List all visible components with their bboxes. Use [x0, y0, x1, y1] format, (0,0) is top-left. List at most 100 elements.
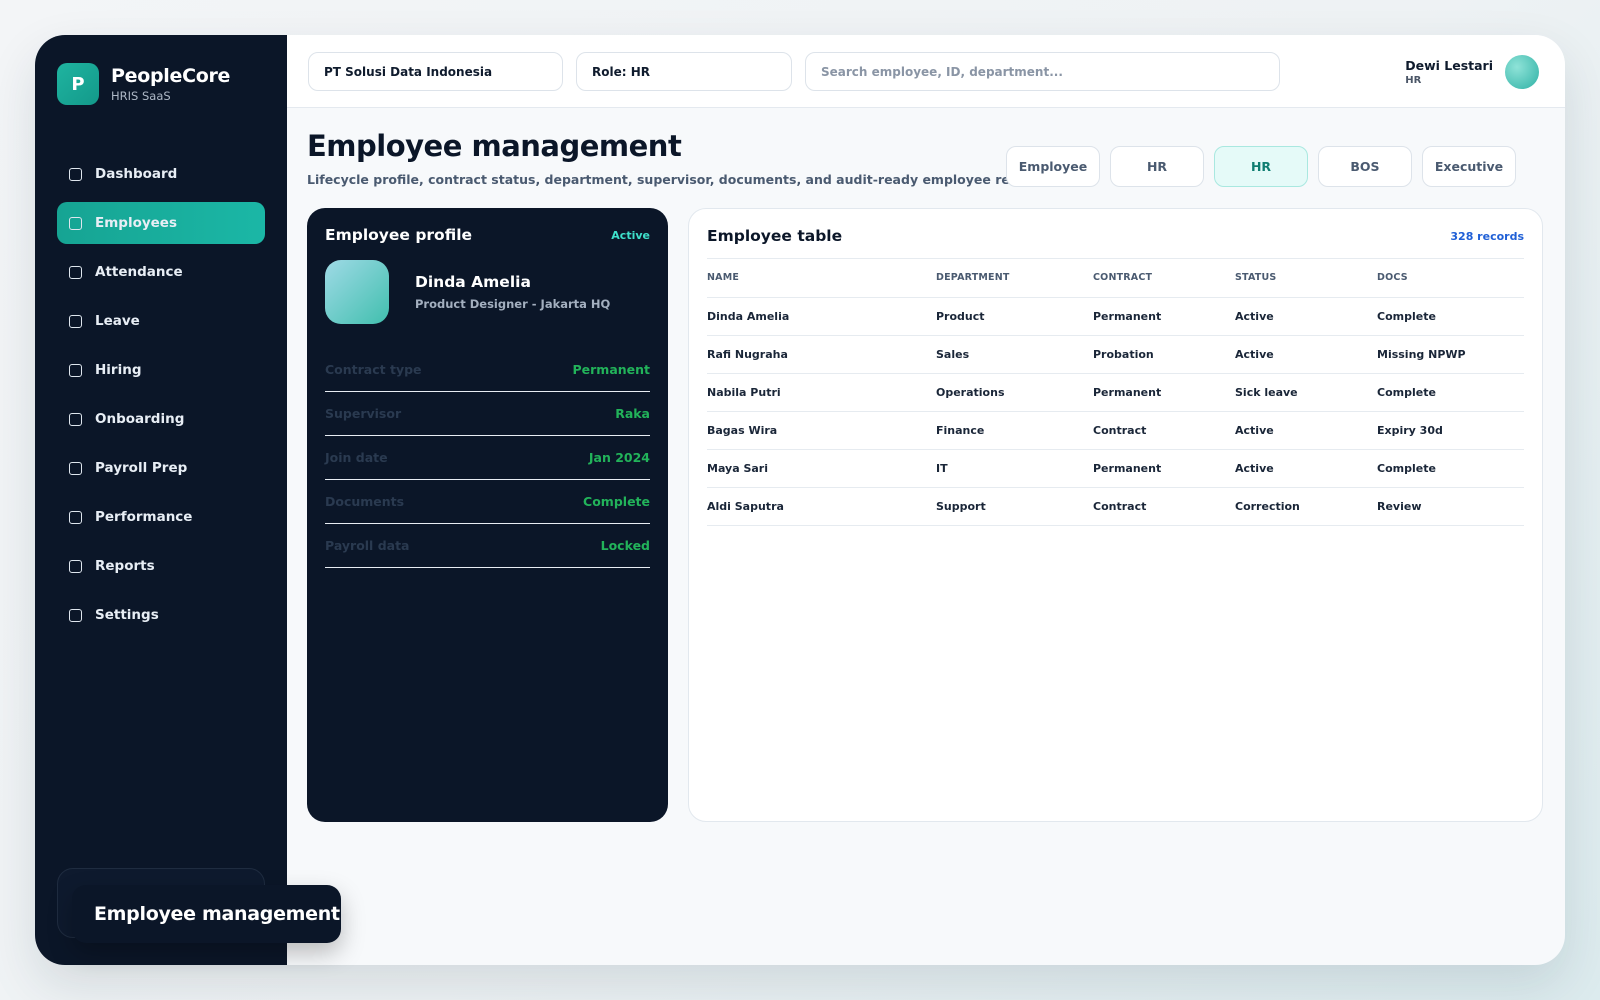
fact-value: Raka — [615, 406, 650, 421]
table-header-row: NAME DEPARTMENT CONTRACT STATUS DOCS — [707, 259, 1524, 298]
checkbox-square-icon — [69, 608, 82, 622]
brand[interactable]: P PeopleCore HRIS SaaS — [57, 63, 230, 105]
company-name: PT Solusi Data Indonesia — [324, 64, 493, 79]
checkbox-square-icon — [69, 412, 82, 426]
sidebar-item-label: Settings — [95, 607, 159, 623]
brand-logo: P — [57, 63, 99, 105]
app-window: P PeopleCore HRIS SaaS Dashboard Employe… — [35, 35, 1565, 965]
sidebar-item-attendance[interactable]: Attendance — [57, 251, 265, 293]
sidebar-item-label: Reports — [95, 558, 155, 574]
company-selector[interactable]: PT Solusi Data Indonesia — [308, 52, 563, 91]
column-header-status[interactable]: STATUS — [1235, 259, 1377, 298]
cell-name: Rafi Nugraha — [707, 335, 936, 374]
sidebar-item-label: Leave — [95, 313, 140, 329]
employee-profile-card: Employee profile Active Dinda Amelia Pro… — [307, 208, 668, 822]
sidebar-item-label: Hiring — [95, 362, 142, 378]
cell-status: Active — [1235, 411, 1377, 450]
sidebar-item-performance[interactable]: Performance — [57, 496, 265, 538]
checkbox-square-icon — [69, 265, 82, 279]
table-row[interactable]: Rafi Nugraha Sales Probation Active Miss… — [707, 335, 1524, 374]
cell-contract: Contract — [1093, 411, 1235, 450]
user-menu[interactable]: Dewi Lestari HR — [1405, 55, 1539, 89]
table-row[interactable]: Maya Sari IT Permanent Active Complete — [707, 449, 1524, 488]
table-row[interactable]: Aldi Saputra Support Contract Correction… — [707, 487, 1524, 526]
cell-status: Active — [1235, 335, 1377, 374]
page-toast: Employee management — [72, 885, 341, 943]
sidebar-item-employees[interactable]: Employees — [57, 202, 265, 244]
sidebar-item-hiring[interactable]: Hiring — [57, 349, 265, 391]
brand-subtitle: HRIS SaaS — [111, 89, 171, 103]
page-title: Employee management — [307, 129, 682, 163]
table-row[interactable]: Nabila Putri Operations Permanent Sick l… — [707, 373, 1524, 412]
tab-executive[interactable]: Executive — [1422, 146, 1516, 187]
sidebar-item-label: Dashboard — [95, 166, 178, 182]
cell-docs: Missing NPWP — [1377, 335, 1524, 374]
column-header-docs[interactable]: DOCS — [1377, 259, 1524, 298]
column-header-contract[interactable]: CONTRACT — [1093, 259, 1235, 298]
fact-value: Permanent — [572, 362, 650, 377]
role-tabs: Employee HR HR BOS Executive — [1006, 146, 1516, 187]
tab-employee[interactable]: Employee — [1006, 146, 1100, 187]
status-badge: Active — [611, 228, 650, 242]
checkbox-square-icon — [69, 510, 82, 524]
avatar — [325, 260, 389, 324]
sidebar-item-onboarding[interactable]: Onboarding — [57, 398, 265, 440]
fact-label: Supervisor — [325, 406, 402, 421]
search-input[interactable]: Search employee, ID, department... — [805, 52, 1280, 91]
fact-documents: Documents Complete — [325, 480, 650, 524]
employee-role: Product Designer - Jakarta HQ — [415, 297, 611, 311]
employee-name: Dinda Amelia — [415, 273, 531, 291]
fact-label: Payroll data — [325, 538, 410, 553]
fact-label: Contract type — [325, 362, 422, 377]
employee-table: NAME DEPARTMENT CONTRACT STATUS DOCS Din… — [707, 259, 1524, 526]
cell-status: Active — [1235, 449, 1377, 488]
sidebar-item-label: Attendance — [95, 264, 183, 280]
cell-contract: Permanent — [1093, 373, 1235, 412]
user-name: Dewi Lestari — [1405, 58, 1493, 73]
cell-department: Operations — [936, 373, 1093, 412]
checkbox-square-icon — [69, 461, 82, 475]
column-header-department[interactable]: DEPARTMENT — [936, 259, 1093, 298]
cell-contract: Permanent — [1093, 297, 1235, 336]
record-count[interactable]: 328 records — [1450, 230, 1524, 243]
tab-hr[interactable]: HR — [1110, 146, 1204, 187]
cell-department: Product — [936, 297, 1093, 336]
sidebar-item-reports[interactable]: Reports — [57, 545, 265, 587]
user-role: HR — [1405, 75, 1422, 86]
sidebar-item-dashboard[interactable]: Dashboard — [57, 153, 265, 195]
column-header-name[interactable]: NAME — [707, 259, 936, 298]
cell-department: IT — [936, 449, 1093, 488]
profile-facts: Contract type Permanent Supervisor Raka … — [325, 348, 650, 568]
cell-name: Dinda Amelia — [707, 297, 936, 336]
tab-bos[interactable]: BOS — [1318, 146, 1412, 187]
avatar[interactable] — [1505, 55, 1539, 89]
role-label: Role: HR — [592, 64, 650, 79]
fact-value: Complete — [583, 494, 650, 509]
fact-value: Locked — [600, 538, 650, 553]
sidebar-item-leave[interactable]: Leave — [57, 300, 265, 342]
fact-value: Jan 2024 — [588, 450, 650, 465]
cell-department: Sales — [936, 335, 1093, 374]
cell-department: Finance — [936, 411, 1093, 450]
search-placeholder: Search employee, ID, department... — [821, 64, 1063, 79]
sidebar-item-label: Employees — [95, 215, 178, 231]
cell-status: Correction — [1235, 487, 1377, 526]
checkbox-square-icon — [69, 216, 82, 230]
fact-join-date: Join date Jan 2024 — [325, 436, 650, 480]
tab-hr-active[interactable]: HR — [1214, 146, 1308, 187]
table-row[interactable]: Dinda Amelia Product Permanent Active Co… — [707, 297, 1524, 336]
fact-contract-type: Contract type Permanent — [325, 348, 650, 392]
fact-supervisor: Supervisor Raka — [325, 392, 650, 436]
sidebar-item-settings[interactable]: Settings — [57, 594, 265, 636]
cell-docs: Expiry 30d — [1377, 411, 1524, 450]
table-title: Employee table — [707, 227, 843, 245]
table-row[interactable]: Bagas Wira Finance Contract Active Expir… — [707, 411, 1524, 450]
employee-table-card: Employee table 328 records NAME DEPARTME… — [688, 208, 1543, 822]
cell-docs: Review — [1377, 487, 1524, 526]
page-subtitle: Lifecycle profile, contract status, depa… — [307, 172, 1054, 187]
sidebar-item-payroll-prep[interactable]: Payroll Prep — [57, 447, 265, 489]
cell-name: Bagas Wira — [707, 411, 936, 450]
fact-label: Join date — [325, 450, 388, 465]
role-selector[interactable]: Role: HR — [576, 52, 792, 91]
cell-department: Support — [936, 487, 1093, 526]
